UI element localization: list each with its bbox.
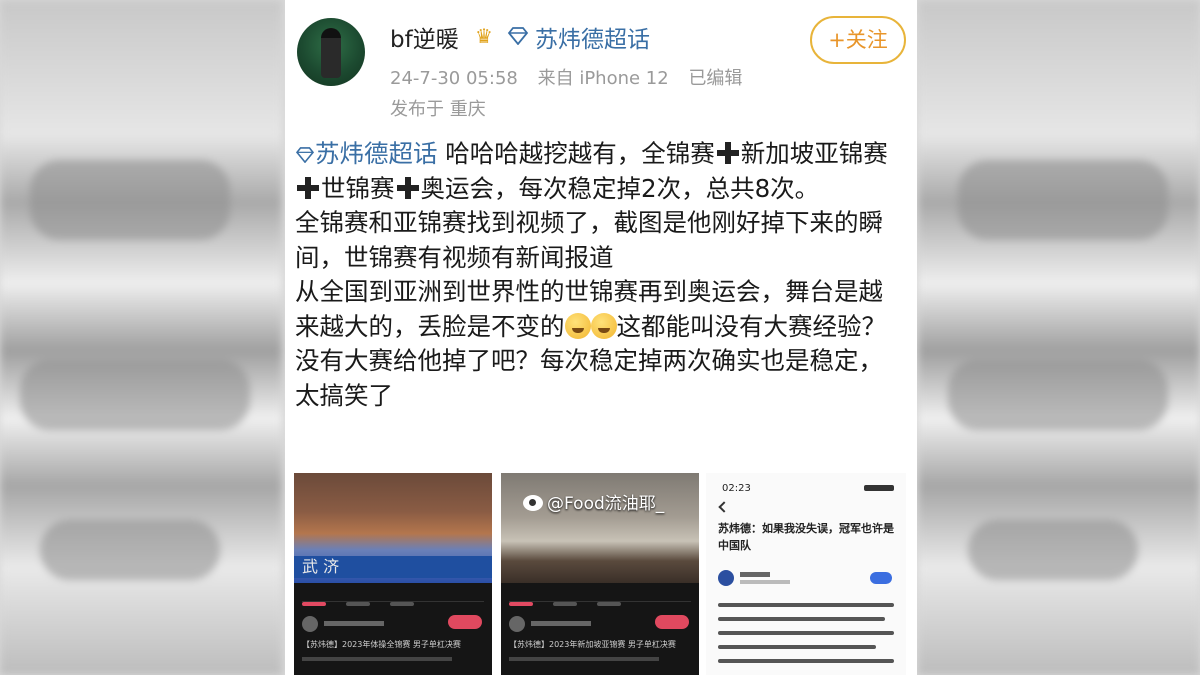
video-caption: 【苏炜德】2023年体操全锦赛 男子单杠决赛 [302, 640, 461, 649]
weibo-icon [523, 495, 543, 511]
blurred-background-left [0, 0, 282, 675]
news-source-row [718, 570, 898, 588]
post-body: 苏炜德超话 哈哈哈越挖越有，全锦赛 新加坡亚锦赛世锦赛 奥运会，每次稳定掉2次，总共… [295, 137, 907, 413]
avatar[interactable] [297, 18, 365, 86]
plus-icon [297, 176, 319, 199]
sleepy-face-icon [590, 312, 617, 339]
diamond-icon [295, 147, 315, 164]
post-paragraph-3: 从全国到亚洲到世界性的世锦赛再到奥运会，舞台是越来越大的，丢脸是不变的 这都能叫没… [295, 275, 907, 413]
crown-icon: ♛ [475, 24, 493, 48]
post-meta: 24-7-30 05:58 来自 iPhone 12 已编辑 [390, 64, 756, 90]
topic-link-inline[interactable]: 苏炜德超话 [315, 139, 438, 168]
blurred-background-right [918, 0, 1200, 675]
phone-clock: 02:23 [722, 483, 751, 494]
video-info-panel: 【苏炜德】2023年新加坡亚锦赛 男子单杠决赛 [501, 583, 699, 675]
diamond-icon [507, 27, 529, 45]
back-icon [718, 501, 730, 513]
topic-link-header[interactable]: 苏炜德超话 [535, 20, 650, 54]
post-paragraph-1: 苏炜德超话 哈哈哈越挖越有，全锦赛 新加坡亚锦赛世锦赛 奥运会，每次稳定掉2次，总共… [295, 137, 907, 206]
post-image-3[interactable]: 02:23 苏炜德：如果我没失误，冠军也许是中国队 [706, 473, 906, 675]
plus-icon [716, 142, 739, 164]
arena-banner-text: 武 济 [294, 556, 492, 578]
follow-pill [655, 615, 689, 629]
body-seg1: 哈哈哈越挖越有，全锦赛 [437, 139, 715, 168]
post-date: 24-7-30 05:58 [390, 68, 518, 89]
status-bar-icons [864, 485, 894, 491]
news-article-text [718, 603, 894, 673]
video-info-panel: 【苏炜德】2023年体操全锦赛 男子单杠决赛 [294, 583, 492, 675]
body-seg2: 新加坡亚锦赛 [740, 139, 888, 168]
post-paragraph-2: 全锦赛和亚锦赛找到视频了，截图是他刚好掉下来的瞬间，世锦赛有视频有新闻报道 [295, 208, 883, 272]
follow-pill [448, 615, 482, 629]
post-source: 来自 iPhone 12 [537, 68, 669, 89]
post-location: 发布于 重庆 [390, 99, 486, 120]
weibo-post-card: bf逆暖 ♛ 苏炜德超话 +关注 24-7-30 05:58 来自 iPhone… [285, 0, 917, 675]
body-seg3: 世锦赛 [321, 173, 395, 203]
body-seg4: 奥运会，每次稳定掉2次，总共8次。 [420, 173, 820, 203]
username[interactable]: bf逆暖 [390, 20, 459, 54]
edited-label: 已编辑 [688, 68, 743, 89]
video-caption: 【苏炜德】2023年新加坡亚锦赛 男子单杠决赛 [509, 640, 676, 649]
post-image-1[interactable]: 武 济 【苏炜德】2023年体操全锦赛 男子单杠决赛 [294, 473, 492, 675]
plus-icon [396, 176, 419, 199]
weibo-watermark: @Food流油耶_ [523, 489, 664, 514]
news-headline: 苏炜德：如果我没失误，冠军也许是中国队 [718, 522, 894, 552]
post-image-2[interactable]: @Food流油耶_ 【苏炜德】2023年新加坡亚锦赛 男子单杠决赛 [501, 473, 699, 675]
follow-button[interactable]: +关注 [810, 16, 906, 64]
sleepy-face-icon [564, 312, 591, 339]
